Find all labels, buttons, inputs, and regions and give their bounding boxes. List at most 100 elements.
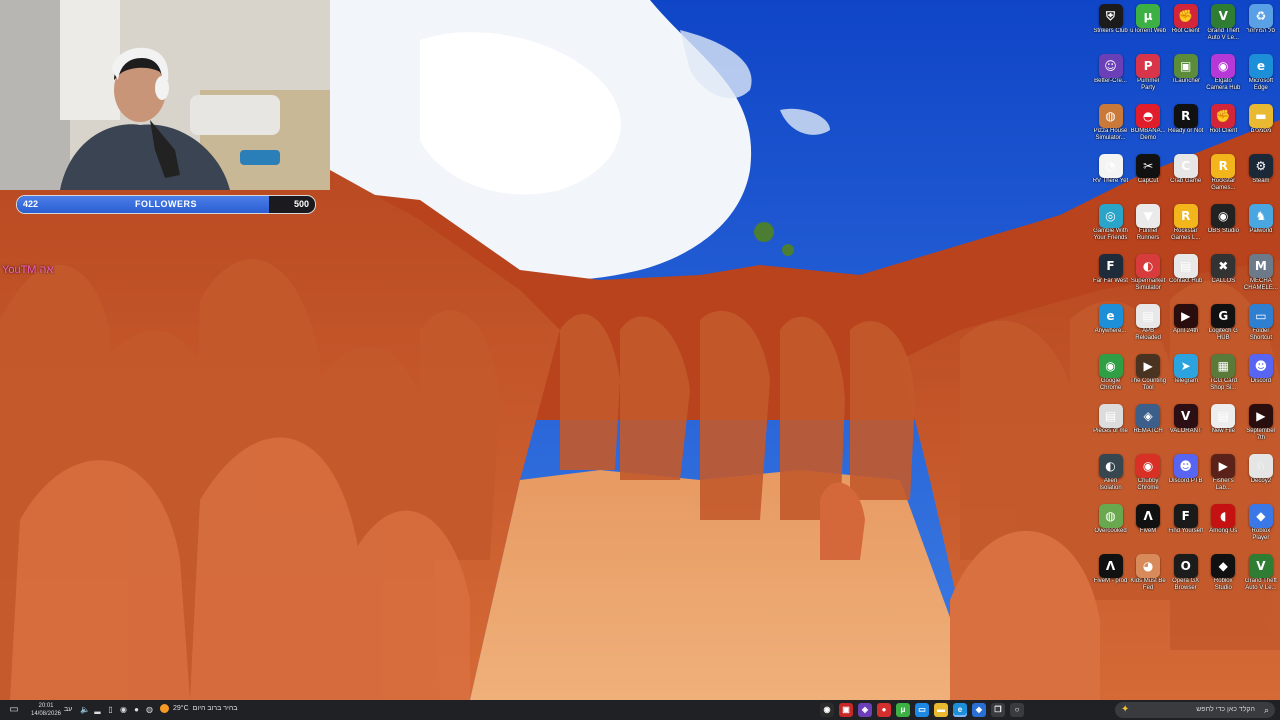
desktop-icon[interactable]: μ uTorrent Web <box>1130 2 1167 50</box>
desktop-icon[interactable]: R Rockstar Games L... <box>1167 202 1204 250</box>
desktop-icon[interactable]: ✖ CALLOS <box>1205 252 1242 300</box>
document-icon: ▤ <box>1211 404 1236 428</box>
desktop-icon[interactable]: ◔ RV There Yet <box>1092 152 1129 200</box>
desktop-icon[interactable]: ▤ New File <box>1205 402 1242 450</box>
desktop-icon[interactable]: e Microsoft Edge <box>1242 52 1279 100</box>
desktop-icon[interactable]: V Grand Theft Auto V Le... <box>1242 552 1279 600</box>
desktop-icon-label: Elgato Camera Hub <box>1206 78 1241 91</box>
notification-center-icon[interactable]: ▭ <box>8 704 20 716</box>
utorrent-icon[interactable]: μ <box>896 703 910 717</box>
desktop-icon[interactable]: ✊ Riot Client <box>1205 102 1242 150</box>
edge-icon[interactable]: e <box>953 703 967 717</box>
riot-fist-icon: ✊ <box>1211 104 1236 128</box>
input-language[interactable]: עב <box>64 706 72 713</box>
desktop-icon[interactable]: V VALORANT <box>1167 402 1204 450</box>
desktop-icon[interactable]: F Far Far West <box>1092 252 1129 300</box>
security-icon[interactable]: ◉ <box>119 705 128 714</box>
desktop-icon-label: FiveM - prod <box>1093 578 1128 584</box>
desktop-icon[interactable]: C Crab Game <box>1167 152 1204 200</box>
desktop-icon[interactable]: V Grand Theft Auto V Le... <box>1205 2 1242 50</box>
desktop-icon[interactable]: R Ready or Not <box>1167 102 1204 150</box>
desktop-icon-label: Folder Shortcut <box>1249 328 1273 341</box>
desktop-icon[interactable]: ◉ Google Chrome <box>1092 352 1129 400</box>
desktop-icon[interactable]: ◉ Elgato Camera Hub <box>1205 52 1242 100</box>
desktop-icon-label: סל המיחזור <box>1246 28 1276 34</box>
weather-widget[interactable]: 29°C בהיר ברוב היום <box>160 704 237 713</box>
overcooked-icon: ◍ <box>1098 504 1123 528</box>
desktop-icon[interactable]: ▼ Funnel Runners <box>1130 202 1167 250</box>
desktop-icon[interactable]: ▣ TLauncher <box>1167 52 1204 100</box>
desktop-icon[interactable]: ➤ Telegram <box>1167 352 1204 400</box>
monitor-icon[interactable]: ▭ <box>915 703 929 717</box>
taskbar-search-box[interactable]: ✦ הקלד כאן כדי לחפש ⌕ <box>1115 702 1275 718</box>
desktop-icon[interactable]: ☺ Better-Cre... <box>1092 52 1129 100</box>
volume-icon[interactable]: 🔈 <box>80 705 90 714</box>
network-icon[interactable]: ▂ <box>93 705 102 714</box>
desktop-icon[interactable]: ◈ REMATCH <box>1130 402 1167 450</box>
desktop-icon[interactable]: ▶ The Counting Tool <box>1130 352 1167 400</box>
desktop-icon[interactable]: ◎ Gamble With Your Friends <box>1092 202 1129 250</box>
desktop-icon[interactable]: ⛨ Strikers Club <box>1092 2 1129 50</box>
desktop-icon[interactable]: ◐ Supermarket Simulator <box>1130 252 1167 300</box>
red-circle-icon[interactable]: ● <box>877 703 891 717</box>
desktop-icon[interactable]: ◆ Roblox Studio <box>1205 552 1242 600</box>
desktop-icon[interactable]: e Anywhere... <box>1092 302 1129 350</box>
desktop-icon[interactable]: ✂ CapCut <box>1130 152 1167 200</box>
desktop-icon[interactable]: ▶ September 7th <box>1242 402 1279 450</box>
desktop-icon[interactable]: ⚙ Steam <box>1242 152 1279 200</box>
desktop-icon[interactable]: ◍ Pizza House Simulator... <box>1092 102 1129 150</box>
tray-clock[interactable]: 20:01 14/08/2026 <box>28 702 64 718</box>
desktop-icon[interactable]: P Pummel Party <box>1130 52 1167 100</box>
red-app-icon[interactable]: ▣ <box>839 703 853 717</box>
supermarket-icon: ◐ <box>1136 254 1161 278</box>
desktop-icon[interactable]: ◖ Among Us <box>1205 502 1242 550</box>
desktop-icon-label: Overcooked <box>1094 528 1127 534</box>
document-icon: ▤ <box>1098 404 1123 428</box>
shield-icon: ⛨ <box>1098 4 1123 28</box>
riot-fist-icon: ✊ <box>1173 4 1198 28</box>
desktop-icon[interactable]: ◆ Roblox Player <box>1242 502 1279 550</box>
desktop-icon[interactable]: ▤ APB Reloaded <box>1130 302 1167 350</box>
desktop-icon[interactable]: ▦ TCG Card Shop Si... <box>1205 352 1242 400</box>
desktop-icon[interactable]: ◉ OBS Studio <box>1205 202 1242 250</box>
tray-app-icon[interactable]: ◍ <box>145 705 154 714</box>
desktop-icon[interactable]: R Rockstar Games... <box>1205 152 1242 200</box>
capcut-icon: ✂ <box>1136 154 1161 178</box>
desktop-icon[interactable]: ✊ Riot Client <box>1167 2 1204 50</box>
tray-app-icon[interactable]: ● <box>132 705 141 714</box>
desktop-icon[interactable]: ▶ Fisher's Lab... <box>1205 452 1242 500</box>
desktop-icon[interactable]: O Opera GX Browser <box>1167 552 1204 600</box>
desktop-icon-label: CALLOS <box>1211 278 1236 284</box>
desktop-icon[interactable]: ▬ מסמכים <box>1242 102 1279 150</box>
desktop-icon[interactable]: ♞ Palworld <box>1242 202 1279 250</box>
desktop-icon[interactable]: ▤ Pieces of me <box>1092 402 1129 450</box>
battery-icon[interactable]: ▯ <box>106 705 115 714</box>
desktop-icon[interactable]: ◕ Kids Must Be Fed <box>1130 552 1167 600</box>
obs-taskbar-icon[interactable]: ◉ <box>820 703 834 717</box>
desktop-icon[interactable]: Λ FiveM <box>1130 502 1167 550</box>
store-icon[interactable]: ◆ <box>972 703 986 717</box>
desktop-icon[interactable]: M MECHA CHAMELE... <box>1242 252 1279 300</box>
task-view-icon[interactable]: ❐ <box>991 703 1005 717</box>
desktop-icon[interactable]: ◉ Chubby Chrome <box>1130 452 1167 500</box>
purple-app-icon[interactable]: ◈ <box>858 703 872 717</box>
desktop-icon[interactable]: F Find Yourself <box>1167 502 1204 550</box>
desktop-icon-label: Google Chrome <box>1099 378 1122 391</box>
cortana-icon[interactable]: ○ <box>1010 703 1024 717</box>
desktop-icon[interactable]: ☻ Discord <box>1242 352 1279 400</box>
file-explorer-icon[interactable]: ▬ <box>934 703 948 717</box>
desktop-icon[interactable]: ♘ Decoy2 <box>1242 452 1279 500</box>
desktop-icon-label: Steam <box>1252 178 1270 184</box>
desktop-icon[interactable]: Λ FiveM - prod <box>1092 552 1129 600</box>
desktop-icon[interactable]: ◍ Overcooked <box>1092 502 1129 550</box>
desktop-icon[interactable]: ☻ Discord PTB <box>1167 452 1204 500</box>
fivem-icon: Λ <box>1136 504 1161 528</box>
desktop-icon-label: Funnel Runners <box>1136 228 1160 241</box>
desktop-icon[interactable]: ♻ סל המיחזור <box>1242 2 1279 50</box>
desktop-icon[interactable]: ▤ Contact Hub <box>1167 252 1204 300</box>
desktop-icon[interactable]: G Logitech G HUB <box>1205 302 1242 350</box>
desktop-icon[interactable]: ▭ Folder Shortcut <box>1242 302 1279 350</box>
desktop-icon[interactable]: ◓ BOMBANA... Demo <box>1130 102 1167 150</box>
desktop-icon[interactable]: ◐ Alien Isolation <box>1092 452 1129 500</box>
desktop-icon[interactable]: ▶ April 24th <box>1167 302 1204 350</box>
